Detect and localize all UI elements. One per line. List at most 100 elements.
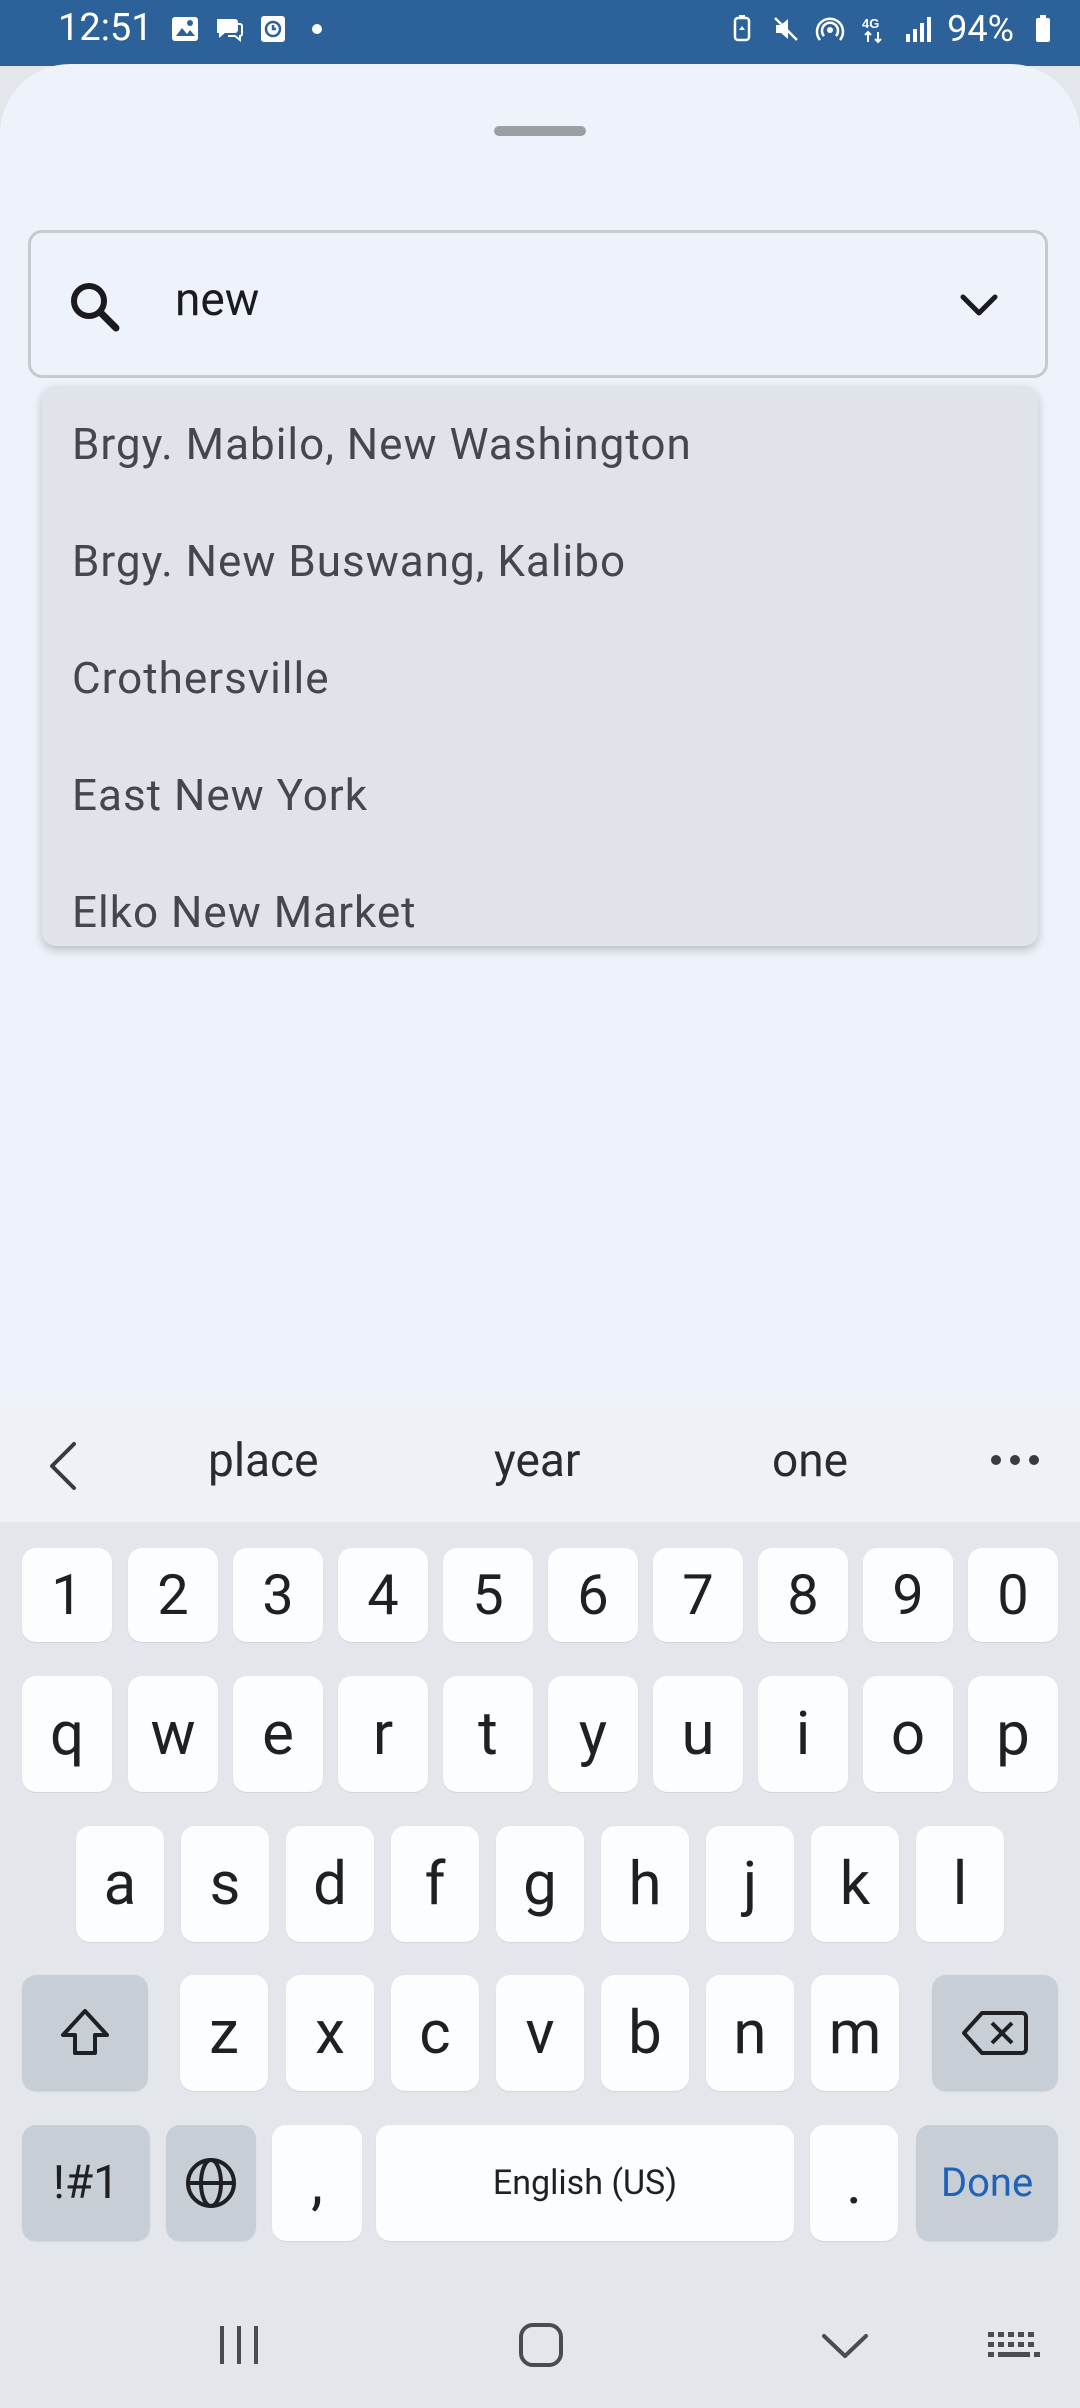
key-z[interactable]: z bbox=[180, 1975, 268, 2091]
key-q[interactable]: q bbox=[22, 1676, 112, 1792]
suggestion-word[interactable]: place bbox=[208, 1434, 319, 1488]
key-label: j bbox=[742, 1848, 758, 1919]
key-9[interactable]: 9 bbox=[863, 1548, 953, 1642]
chevron-down-icon[interactable] bbox=[957, 289, 1001, 325]
search-dropdown-field[interactable]: new bbox=[28, 230, 1048, 378]
key-2[interactable]: 2 bbox=[128, 1548, 218, 1642]
key-s[interactable]: s bbox=[181, 1826, 269, 1942]
shift-key[interactable] bbox=[22, 1975, 148, 2091]
space-key[interactable]: English (US) bbox=[376, 2125, 794, 2241]
key-w[interactable]: w bbox=[128, 1676, 218, 1792]
key-1[interactable]: 1 bbox=[22, 1548, 112, 1642]
key-y[interactable]: y bbox=[548, 1676, 638, 1792]
backspace-key[interactable] bbox=[932, 1975, 1058, 2091]
navigation-bar bbox=[0, 2280, 1080, 2408]
soft-keyboard: place year one 1 2 3 4 5 6 7 8 9 0 qwe r t y u i op a s d f g… bbox=[0, 1404, 1080, 2408]
key-5[interactable]: 5 bbox=[443, 1548, 533, 1642]
globe-icon bbox=[186, 2158, 236, 2208]
key-3[interactable]: 3 bbox=[233, 1548, 323, 1642]
key-m[interactable]: m bbox=[811, 1975, 899, 2091]
key-k[interactable]: k bbox=[811, 1826, 899, 1942]
key-label: x bbox=[315, 1997, 345, 2068]
key-label: c bbox=[419, 1997, 451, 2068]
key-label: h bbox=[628, 1848, 662, 1919]
svg-text:4G: 4G bbox=[862, 16, 879, 31]
signal-icon bbox=[906, 17, 932, 42]
key-label: w bbox=[150, 1698, 196, 1769]
key-d[interactable]: d bbox=[286, 1826, 374, 1942]
done-key[interactable]: Done bbox=[916, 2125, 1058, 2241]
chevron-left-icon[interactable] bbox=[44, 1438, 84, 1494]
key-label: . bbox=[846, 2147, 862, 2218]
key-label: 4 bbox=[367, 1562, 399, 1628]
dropdown-option[interactable]: Brgy. New Buswang, Kalibo bbox=[42, 503, 1038, 620]
key-label: p bbox=[996, 1698, 1030, 1769]
search-input[interactable]: new bbox=[175, 273, 259, 327]
key-label: t bbox=[478, 1698, 498, 1769]
key-o[interactable]: o bbox=[863, 1676, 953, 1792]
key-label: 9 bbox=[892, 1562, 924, 1628]
key-n[interactable]: n bbox=[706, 1975, 794, 2091]
key-8[interactable]: 8 bbox=[758, 1548, 848, 1642]
key-p[interactable]: p bbox=[968, 1676, 1058, 1792]
comma-key[interactable]: , bbox=[272, 2125, 362, 2241]
keyboard-icon[interactable] bbox=[986, 2328, 1042, 2364]
key-label: o bbox=[890, 1698, 926, 1769]
period-key[interactable]: . bbox=[810, 2125, 898, 2241]
key-label: v bbox=[525, 1997, 555, 2068]
key-a[interactable]: a bbox=[76, 1826, 164, 1942]
suggestion-word[interactable]: year bbox=[494, 1434, 580, 1488]
key-r[interactable]: r bbox=[338, 1676, 428, 1792]
key-label: m bbox=[828, 1997, 882, 2068]
dropdown-option[interactable]: Elko New Market bbox=[42, 854, 1038, 946]
language-key[interactable] bbox=[166, 2125, 256, 2241]
battery-percent: 94% bbox=[947, 8, 1014, 50]
drag-handle[interactable] bbox=[494, 126, 586, 136]
key-label: d bbox=[313, 1848, 347, 1919]
key-label: English (US) bbox=[492, 2163, 678, 2203]
key-label: k bbox=[839, 1848, 871, 1919]
key-label: b bbox=[628, 1997, 662, 2068]
dropdown-option[interactable]: East New York bbox=[42, 737, 1038, 854]
suggestions-dropdown: Brgy. Mabilo, New Washington Brgy. New B… bbox=[42, 386, 1038, 946]
key-7[interactable]: 7 bbox=[653, 1548, 743, 1642]
symbols-key[interactable]: !#1 bbox=[22, 2125, 150, 2241]
key-4[interactable]: 4 bbox=[338, 1548, 428, 1642]
key-j[interactable]: j bbox=[706, 1826, 794, 1942]
dropdown-option[interactable]: Brgy. Mabilo, New Washington bbox=[42, 386, 1038, 503]
notification-icons bbox=[170, 14, 332, 44]
key-l[interactable]: l bbox=[916, 1826, 1004, 1942]
key-u[interactable]: u bbox=[653, 1676, 743, 1792]
key-label: 3 bbox=[262, 1562, 294, 1628]
key-b[interactable]: b bbox=[601, 1975, 689, 2091]
key-f[interactable]: f bbox=[391, 1826, 479, 1942]
key-label: , bbox=[311, 2147, 323, 2218]
dropdown-option[interactable]: Crothersville bbox=[42, 620, 1038, 737]
home-icon[interactable] bbox=[516, 2320, 566, 2370]
key-i[interactable]: i bbox=[758, 1676, 848, 1792]
suggestion-word[interactable]: one bbox=[772, 1434, 848, 1488]
key-0[interactable]: 0 bbox=[968, 1548, 1058, 1642]
network-4g-icon: 4G bbox=[862, 16, 882, 44]
key-t[interactable]: t bbox=[443, 1676, 533, 1792]
key-label: Done bbox=[940, 2159, 1034, 2206]
backspace-icon bbox=[962, 2011, 1028, 2055]
key-v[interactable]: v bbox=[496, 1975, 584, 2091]
search-icon bbox=[71, 283, 120, 332]
key-e[interactable]: e bbox=[233, 1676, 323, 1792]
key-label: e bbox=[262, 1698, 294, 1769]
mute-icon bbox=[774, 17, 799, 41]
key-6[interactable]: 6 bbox=[548, 1548, 638, 1642]
key-label: 1 bbox=[51, 1562, 83, 1628]
key-g[interactable]: g bbox=[496, 1826, 584, 1942]
hide-keyboard-icon[interactable] bbox=[820, 2328, 870, 2364]
key-label: f bbox=[424, 1848, 446, 1919]
key-h[interactable]: h bbox=[601, 1826, 689, 1942]
key-x[interactable]: x bbox=[286, 1975, 374, 2091]
recent-apps-icon[interactable] bbox=[214, 2322, 264, 2368]
key-c[interactable]: c bbox=[391, 1975, 479, 2091]
key-label: z bbox=[209, 1997, 239, 2068]
more-options-icon[interactable] bbox=[990, 1452, 1040, 1468]
key-label: !#1 bbox=[52, 2156, 120, 2210]
key-label: i bbox=[795, 1698, 811, 1769]
